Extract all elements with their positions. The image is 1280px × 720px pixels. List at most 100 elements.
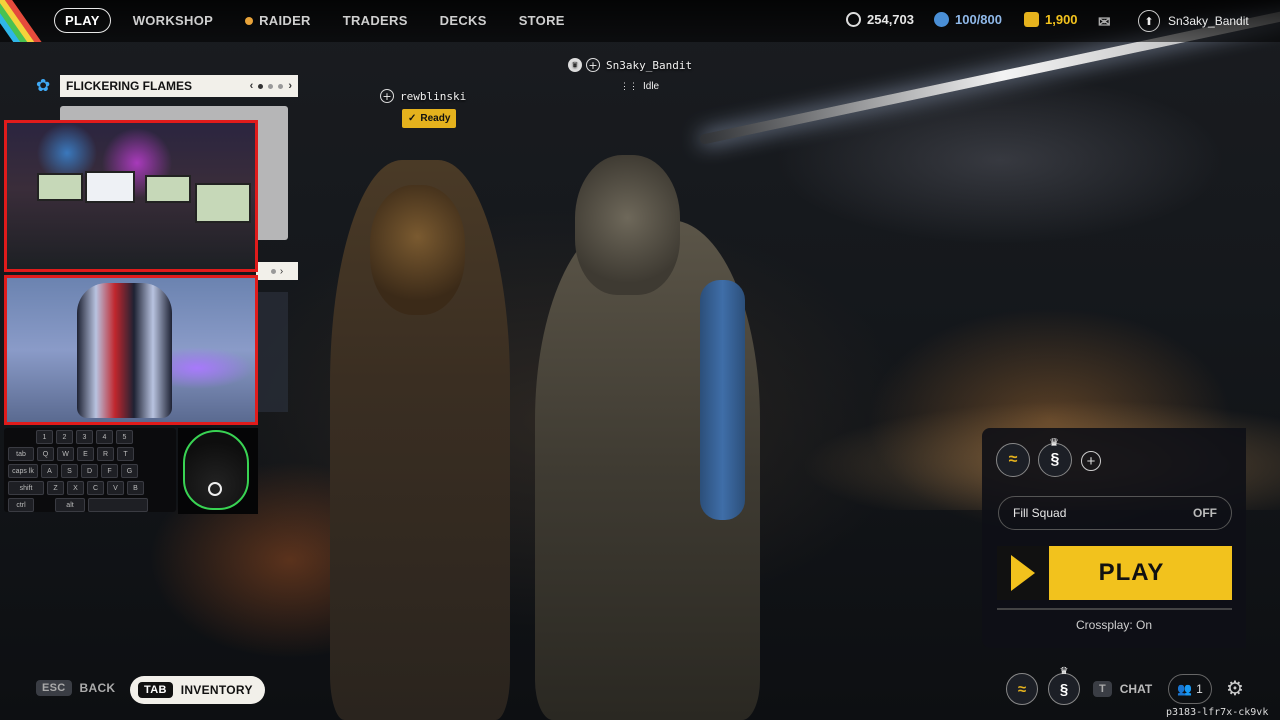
webcam-overlay-chair xyxy=(4,275,258,425)
key: 5 xyxy=(116,430,133,444)
check-icon: ✓ xyxy=(408,113,417,124)
build-id: p3183-lfr7x-ck9vk xyxy=(1166,707,1269,718)
stash-icon xyxy=(934,12,949,27)
raider-icon xyxy=(245,16,254,25)
chevron-right-icon[interactable]: › xyxy=(280,266,283,277)
squad-emblem-icon[interactable]: ≈ xyxy=(996,443,1030,477)
ready-status-badge: ✓ Ready xyxy=(402,109,457,128)
key: C xyxy=(87,481,104,495)
capacity-value: 100/800 xyxy=(955,12,1002,27)
nav-play[interactable]: PLAY xyxy=(54,8,111,33)
play-button-label: PLAY xyxy=(1098,559,1165,586)
coin-icon xyxy=(846,12,861,27)
key: Q xyxy=(37,447,54,461)
raider-character-right-head xyxy=(575,155,680,295)
spacebar-key xyxy=(88,498,148,512)
crown-icon: ♛ xyxy=(1049,437,1059,449)
nav-store[interactable]: STORE xyxy=(519,13,565,28)
nav-play-label: PLAY xyxy=(65,13,100,28)
secondary-card xyxy=(256,292,288,412)
idle-status: ⋮⋮ Idle xyxy=(620,81,659,92)
idle-icon: ⋮⋮ xyxy=(620,81,638,91)
key: caps lk xyxy=(8,464,38,478)
add-friend-icon[interactable]: + xyxy=(380,89,394,103)
key: B xyxy=(127,481,144,495)
challenge-bar[interactable]: FLICKERING FLAMES ‹ › xyxy=(60,75,298,97)
username: Sn3aky_Bandit xyxy=(1168,14,1249,28)
back-button[interactable]: ESC BACK xyxy=(36,680,115,696)
play-button[interactable]: PLAY xyxy=(997,546,1232,600)
t-key-hint: T xyxy=(1093,681,1112,697)
pager-dot xyxy=(270,268,276,274)
crown-icon: ♛ xyxy=(1059,666,1069,677)
fill-squad-label: Fill Squad xyxy=(1013,506,1067,520)
key-row: caps lk A S D F G xyxy=(8,464,172,478)
people-icon: 👥 xyxy=(1177,682,1193,696)
pager-dot xyxy=(268,83,274,89)
back-label: BACK xyxy=(79,681,116,695)
key: alt xyxy=(55,498,85,512)
play-chevron-icon xyxy=(997,546,1049,600)
key-row: shift Z X C V B xyxy=(8,481,172,495)
gold-value: 1,900 xyxy=(1045,12,1078,27)
nav-raider-label: RAIDER xyxy=(259,13,311,28)
coins-value: 254,703 xyxy=(867,12,914,27)
squad-emblem-icon[interactable]: ≈ xyxy=(1006,673,1038,705)
nav-workshop[interactable]: WORKSHOP xyxy=(133,13,213,28)
nav-workshop-label: WORKSHOP xyxy=(132,13,214,28)
mouse-icon xyxy=(183,430,249,510)
gaming-chair-image xyxy=(77,283,172,418)
key: X xyxy=(67,481,84,495)
squad-member-label[interactable]: + rewblinski xyxy=(380,89,466,103)
key: 3 xyxy=(76,430,93,444)
add-friend-icon[interactable]: + xyxy=(586,58,600,72)
monitor-image xyxy=(37,173,83,201)
keyboard-overlay: 1 2 3 4 5 tab Q W E R T caps lk A S D F … xyxy=(4,428,176,512)
raider-character-left-head xyxy=(370,185,465,315)
inventory-button[interactable]: TAB INVENTORY xyxy=(130,676,265,704)
settings-gear-icon[interactable]: ⚙ xyxy=(1223,677,1247,701)
mouse-wheel-icon xyxy=(208,482,222,496)
key-row: tab Q W E R T xyxy=(8,447,172,461)
nav-traders[interactable]: TRADERS xyxy=(343,13,408,28)
nav-decks[interactable]: DECKS xyxy=(440,13,487,28)
gear-icon: ✿ xyxy=(36,76,51,95)
key: shift xyxy=(8,481,44,495)
squad-leader-label[interactable]: ♛ + Sn3aky_Bandit xyxy=(568,58,692,72)
idle-status-label: Idle xyxy=(643,81,660,92)
gold-stat: 1,900 xyxy=(1024,12,1078,27)
chat-label: CHAT xyxy=(1119,682,1153,696)
key: S xyxy=(61,464,78,478)
pager-dot xyxy=(278,83,284,89)
challenge-pager: ‹ › xyxy=(250,80,292,92)
main-nav: PLAY WORKSHOP RAIDER TRADERS DECKS STORE xyxy=(54,8,597,33)
mail-icon[interactable]: ✉ xyxy=(1098,13,1111,31)
pager-dot xyxy=(258,83,264,89)
secondary-pager[interactable]: › xyxy=(256,262,298,280)
inventory-label: INVENTORY xyxy=(180,683,253,697)
key: G xyxy=(121,464,138,478)
key: 1 xyxy=(36,430,53,444)
chevron-right-icon[interactable]: › xyxy=(288,80,292,92)
key: T xyxy=(117,447,134,461)
rank-icon: ⬆ xyxy=(1138,10,1160,32)
key: tab xyxy=(8,447,34,461)
challenge-header: ✿ FLICKERING FLAMES ‹ › xyxy=(36,75,298,97)
nav-raider[interactable]: RAIDER xyxy=(245,13,311,28)
user-profile[interactable]: ⬆ Sn3aky_Bandit xyxy=(1138,10,1249,32)
key: ctrl xyxy=(8,498,34,512)
monitor-image xyxy=(195,183,251,223)
fill-squad-toggle[interactable]: Fill Squad OFF xyxy=(998,496,1232,530)
monitor-image xyxy=(145,175,191,203)
key: R xyxy=(97,447,114,461)
crown-icon: ♛ xyxy=(568,58,582,72)
chat-button[interactable]: T CHAT xyxy=(1093,681,1152,697)
mouse-overlay xyxy=(178,428,258,514)
fill-squad-value: OFF xyxy=(1193,506,1217,520)
bottom-bar: ESC BACK TAB INVENTORY ≈ § ♛ T CHAT 👥 1 … xyxy=(0,666,1280,720)
party-button[interactable]: 👥 1 xyxy=(1168,674,1212,704)
add-squad-member-button[interactable]: + xyxy=(1081,451,1101,471)
chevron-left-icon[interactable]: ‹ xyxy=(250,80,254,92)
key: E xyxy=(77,447,94,461)
webcam-overlay-streamer xyxy=(4,120,258,272)
